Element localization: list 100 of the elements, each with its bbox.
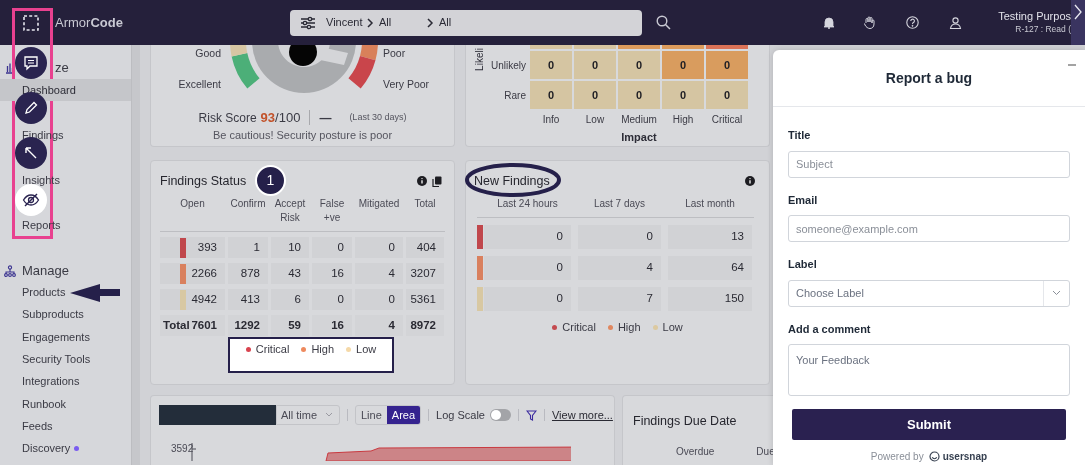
- chart-mode-tab[interactable]: Area: [386, 406, 421, 424]
- info-icon[interactable]: [417, 176, 427, 186]
- table-cell: 4: [355, 315, 403, 336]
- matrix-cell[interactable]: 0: [618, 51, 660, 79]
- filter-icon[interactable]: [526, 409, 537, 421]
- chevron-down-icon: [325, 412, 334, 418]
- axis-title: Likeli: [472, 48, 486, 71]
- sidebar-item[interactable]: Discovery: [0, 437, 131, 460]
- select-field[interactable]: Choose Label: [788, 279, 1070, 307]
- comment-field[interactable]: Your Feedback: [788, 344, 1070, 396]
- period-label: (Last 30 days): [349, 110, 407, 124]
- expand-tab[interactable]: [1071, 0, 1085, 45]
- column-header: Due: [756, 445, 775, 459]
- eye-off-icon: [22, 191, 40, 209]
- gauge-label: Good: [195, 46, 221, 61]
- sidebar-item[interactable]: Feeds: [0, 415, 131, 438]
- chevron-down-icon: [1052, 290, 1061, 296]
- matrix-cell[interactable]: 0: [618, 81, 660, 109]
- sidebar-item[interactable]: Engagements: [0, 325, 131, 348]
- table-cell: 0: [355, 289, 403, 310]
- brand-name[interactable]: usersnap: [942, 449, 988, 464]
- sidebar-item[interactable]: Dashboard: [0, 79, 131, 101]
- table-cell: 16: [312, 263, 352, 284]
- table-cell: 0: [484, 287, 571, 311]
- user-name[interactable]: Testing Purpos: [998, 10, 1071, 25]
- gauge-label: Poor: [383, 46, 406, 61]
- matrix-cell[interactable]: 0: [574, 81, 616, 109]
- legend-label: High: [311, 342, 335, 357]
- submit-button[interactable]: Submit: [792, 409, 1066, 440]
- table-cell: 16: [312, 315, 352, 336]
- range-dropdown[interactable]: All time: [276, 405, 340, 425]
- table-cell: 413: [228, 289, 268, 310]
- table-cell: 0: [312, 237, 352, 258]
- chevron-right-icon: [366, 17, 374, 28]
- pencil-icon: [22, 99, 40, 117]
- table-cell: 7: [578, 287, 661, 311]
- column-header: Mitigated: [357, 197, 401, 211]
- legend-label: Low: [356, 342, 377, 357]
- matrix-cell[interactable]: 0: [662, 81, 704, 109]
- chevron-right-icon: [1073, 4, 1083, 20]
- matrix-cell[interactable]: 0: [530, 51, 572, 79]
- search-icon[interactable]: [656, 15, 671, 30]
- row-label: Total: [163, 317, 190, 333]
- matrix-cell[interactable]: 0: [574, 51, 616, 79]
- table-cell: 150: [668, 287, 752, 311]
- chart-mode-tab[interactable]: Line: [356, 406, 387, 424]
- gauge-label: Very Poor: [383, 77, 430, 93]
- cell-value: 393: [197, 239, 217, 255]
- toggle-label: Log Scale: [436, 407, 485, 423]
- input-field[interactable]: Subject: [788, 150, 1070, 178]
- table-cell: 8972: [406, 315, 444, 336]
- input-field[interactable]: someone@example.com: [788, 215, 1070, 242]
- table-cell: 0: [355, 237, 403, 258]
- scope-filter-bar[interactable]: Vincent All All: [290, 9, 642, 36]
- axis-tick-label: High: [671, 113, 695, 127]
- card-title: Findings Status: [160, 172, 247, 190]
- row-label: Unlikely: [491, 58, 526, 73]
- matrix-cell[interactable]: 0: [662, 51, 704, 79]
- table-cell: 10: [271, 237, 309, 258]
- column-header: Last 7 days: [592, 197, 647, 211]
- view-more-link[interactable]: View more...: [552, 406, 613, 424]
- log-scale-toggle[interactable]: [490, 409, 511, 421]
- matrix-cell[interactable]: 0: [706, 51, 748, 79]
- user-role: R-127 : Read (: [1015, 24, 1071, 35]
- field-label: Email: [788, 192, 819, 208]
- sidebar-item[interactable]: Security Tools: [0, 348, 131, 371]
- help-icon[interactable]: [906, 16, 919, 29]
- user-icon[interactable]: [949, 16, 962, 29]
- breadcrumb-item[interactable]: All: [379, 14, 392, 31]
- row-label: Rare: [504, 88, 526, 103]
- info-icon[interactable]: [745, 176, 755, 186]
- axis-tick-label: Info: [541, 113, 561, 127]
- table-cell: 0: [312, 289, 352, 310]
- column-header: Overdue: [676, 445, 715, 459]
- table-cell: 1292: [228, 315, 268, 336]
- breadcrumb-item[interactable]: All: [439, 14, 452, 31]
- sidebar-item[interactable]: Integrations: [0, 370, 131, 393]
- panel-title: Report a bug: [885, 68, 973, 88]
- risk-score-label: Risk Score: [198, 109, 257, 127]
- section-heading: Manage: [22, 262, 69, 281]
- table-cell: 404: [406, 237, 444, 258]
- column-header: False +ve: [318, 197, 346, 225]
- legend-label: Critical: [562, 320, 596, 335]
- sidebar-item[interactable]: Subproducts: [0, 303, 131, 326]
- sidebar-item[interactable]: Products: [0, 281, 131, 303]
- axis-tick-label: 3592: [171, 443, 191, 456]
- table-cell: 4: [355, 263, 403, 284]
- table-cell: 878: [228, 263, 268, 284]
- hand-icon[interactable]: [863, 16, 875, 29]
- scrollbar-track[interactable]: [131, 45, 140, 465]
- table-cell: 59: [271, 315, 309, 336]
- cell-value: 7601: [191, 317, 217, 333]
- copy-icon[interactable]: [432, 175, 442, 187]
- table-cell: 4: [578, 256, 661, 280]
- sidebar-item[interactable]: Runbook: [0, 392, 131, 415]
- matrix-cell[interactable]: 0: [706, 81, 748, 109]
- bell-icon[interactable]: [823, 16, 835, 29]
- matrix-cell[interactable]: 0: [530, 81, 572, 109]
- logo-icon[interactable]: [22, 13, 40, 32]
- cell-value: 2266: [191, 265, 217, 281]
